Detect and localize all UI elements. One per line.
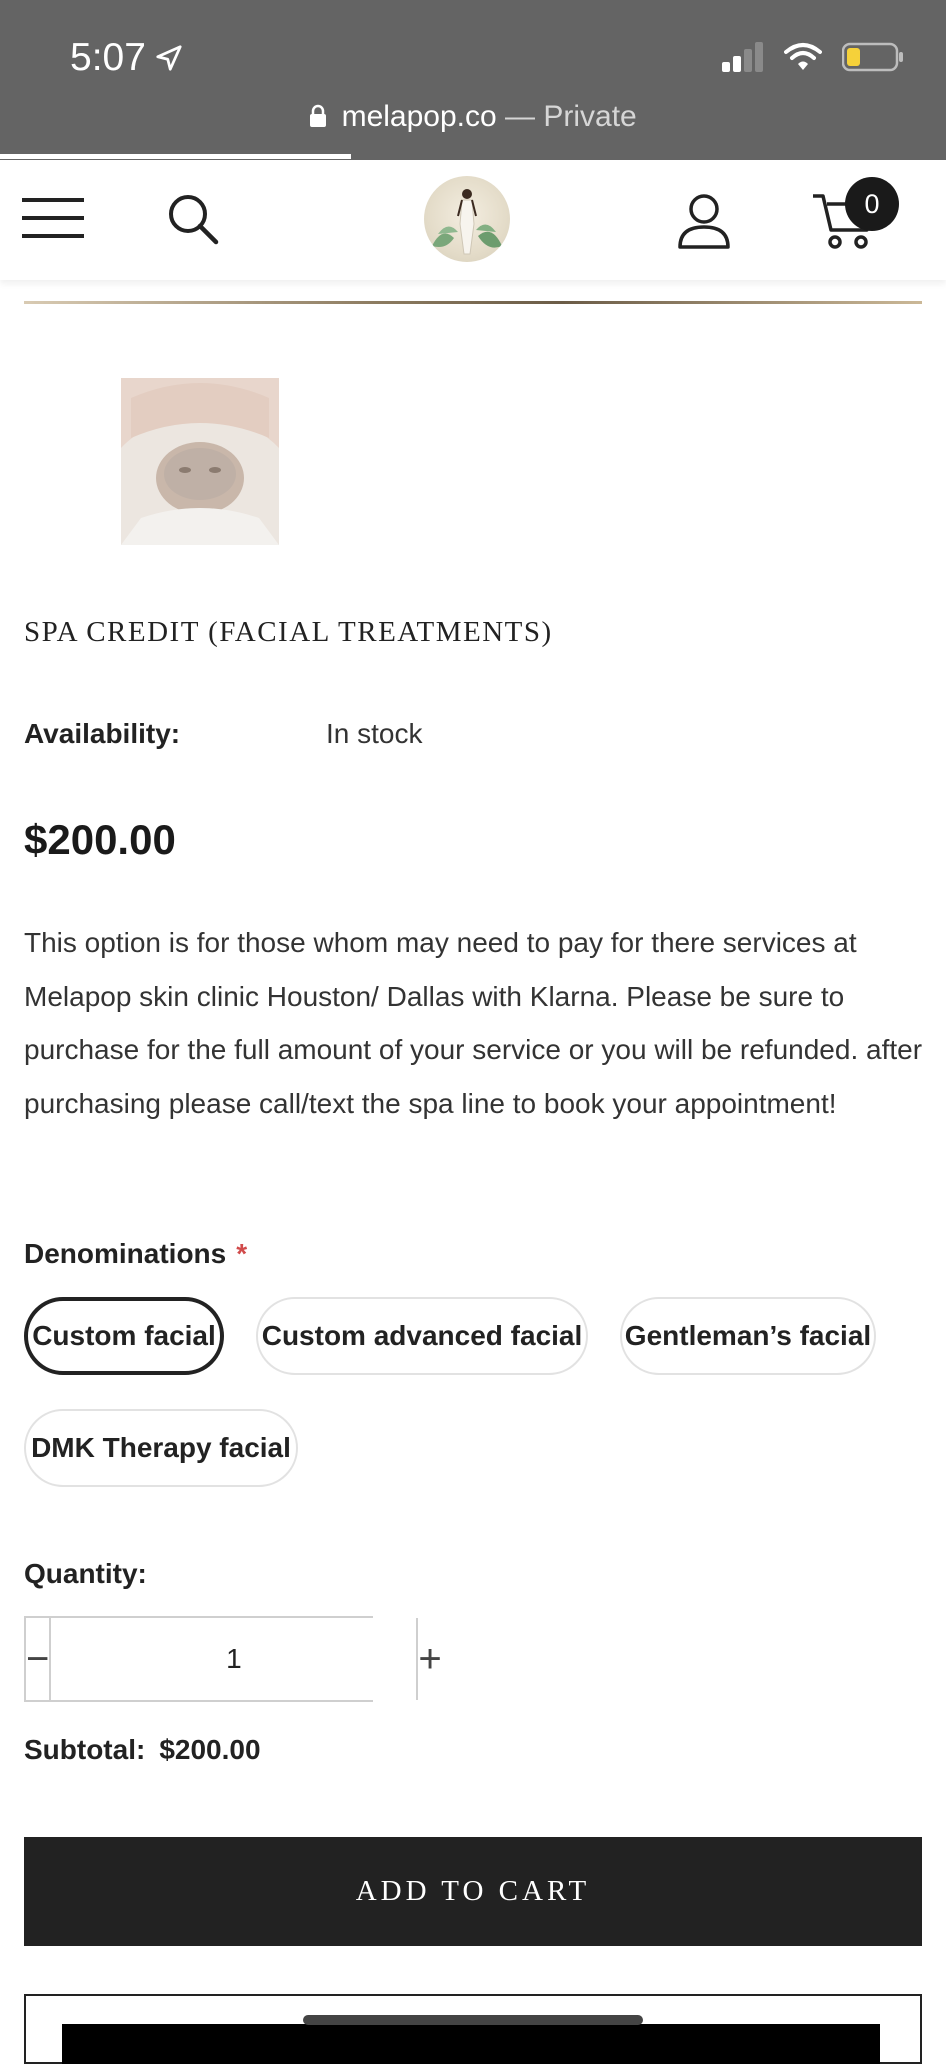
payment-button[interactable] (62, 2024, 880, 2064)
lock-icon (310, 104, 327, 127)
payment-button-container[interactable] (24, 1994, 922, 2064)
url-domain: melapop.co (341, 100, 497, 133)
browser-chrome: 5:07 melapop.co — Private (0, 0, 946, 160)
option-custom-facial[interactable]: Custom facial (24, 1297, 224, 1375)
product-thumbnail[interactable] (121, 378, 279, 545)
product-description: This option is for those whom may need t… (24, 927, 923, 1119)
user-icon (678, 194, 730, 249)
quantity-decrease-button[interactable]: − (26, 1618, 52, 1700)
status-time: 5:07 (70, 36, 184, 80)
private-mode-label: — Private (505, 100, 637, 133)
option-dmk-therapy-facial[interactable]: DMK Therapy facial (24, 1409, 298, 1487)
location-arrow-icon (156, 45, 182, 71)
quantity-increase-button[interactable]: + (416, 1618, 442, 1700)
facial-treatment-image-icon (121, 378, 279, 545)
status-time-text: 5:07 (70, 36, 146, 79)
hamburger-icon (22, 198, 84, 238)
cart-count-badge[interactable]: 0 (845, 177, 899, 231)
product-title: SPA CREDIT (FACIAL TREATMENTS) (24, 616, 553, 648)
page-load-progress (0, 154, 351, 159)
search-icon (169, 195, 219, 245)
quantity-input[interactable] (51, 1618, 417, 1700)
quantity-stepper: − + (24, 1616, 442, 1702)
denominations-label: Denominations * (24, 1238, 247, 1270)
search-button[interactable] (164, 190, 222, 248)
availability-value: In stock (326, 718, 423, 749)
menu-button[interactable] (20, 190, 86, 246)
option-gentlemans-facial[interactable]: Gentleman’s facial (620, 1297, 876, 1375)
account-button[interactable] (676, 192, 732, 250)
site-logo[interactable] (424, 176, 510, 262)
logo-emblem-icon (432, 189, 502, 255)
option-custom-advanced-facial[interactable]: Custom advanced facial (256, 1297, 588, 1375)
availability-label: Availability: (24, 718, 181, 749)
banner-divider (24, 301, 922, 304)
product-price: $200.00 (24, 816, 176, 863)
add-to-cart-button[interactable]: ADD TO CART (24, 1837, 922, 1946)
home-indicator (303, 2015, 643, 2025)
denominations-label-text: Denominations (24, 1238, 227, 1269)
minus-icon: − (26, 1636, 50, 1681)
status-icons (722, 42, 904, 72)
subtotal-label: Subtotal: (24, 1734, 146, 1765)
url-bar[interactable]: melapop.co — Private (0, 100, 946, 134)
required-asterisk: * (236, 1238, 248, 1269)
quantity-label: Quantity: (24, 1558, 147, 1589)
cellular-signal-icon (722, 42, 763, 72)
battery-icon (842, 42, 903, 72)
plus-icon: + (418, 1636, 442, 1681)
subtotal: Subtotal: $200.00 (24, 1734, 261, 1766)
subtotal-value: $200.00 (159, 1734, 261, 1765)
wifi-icon (784, 43, 822, 70)
